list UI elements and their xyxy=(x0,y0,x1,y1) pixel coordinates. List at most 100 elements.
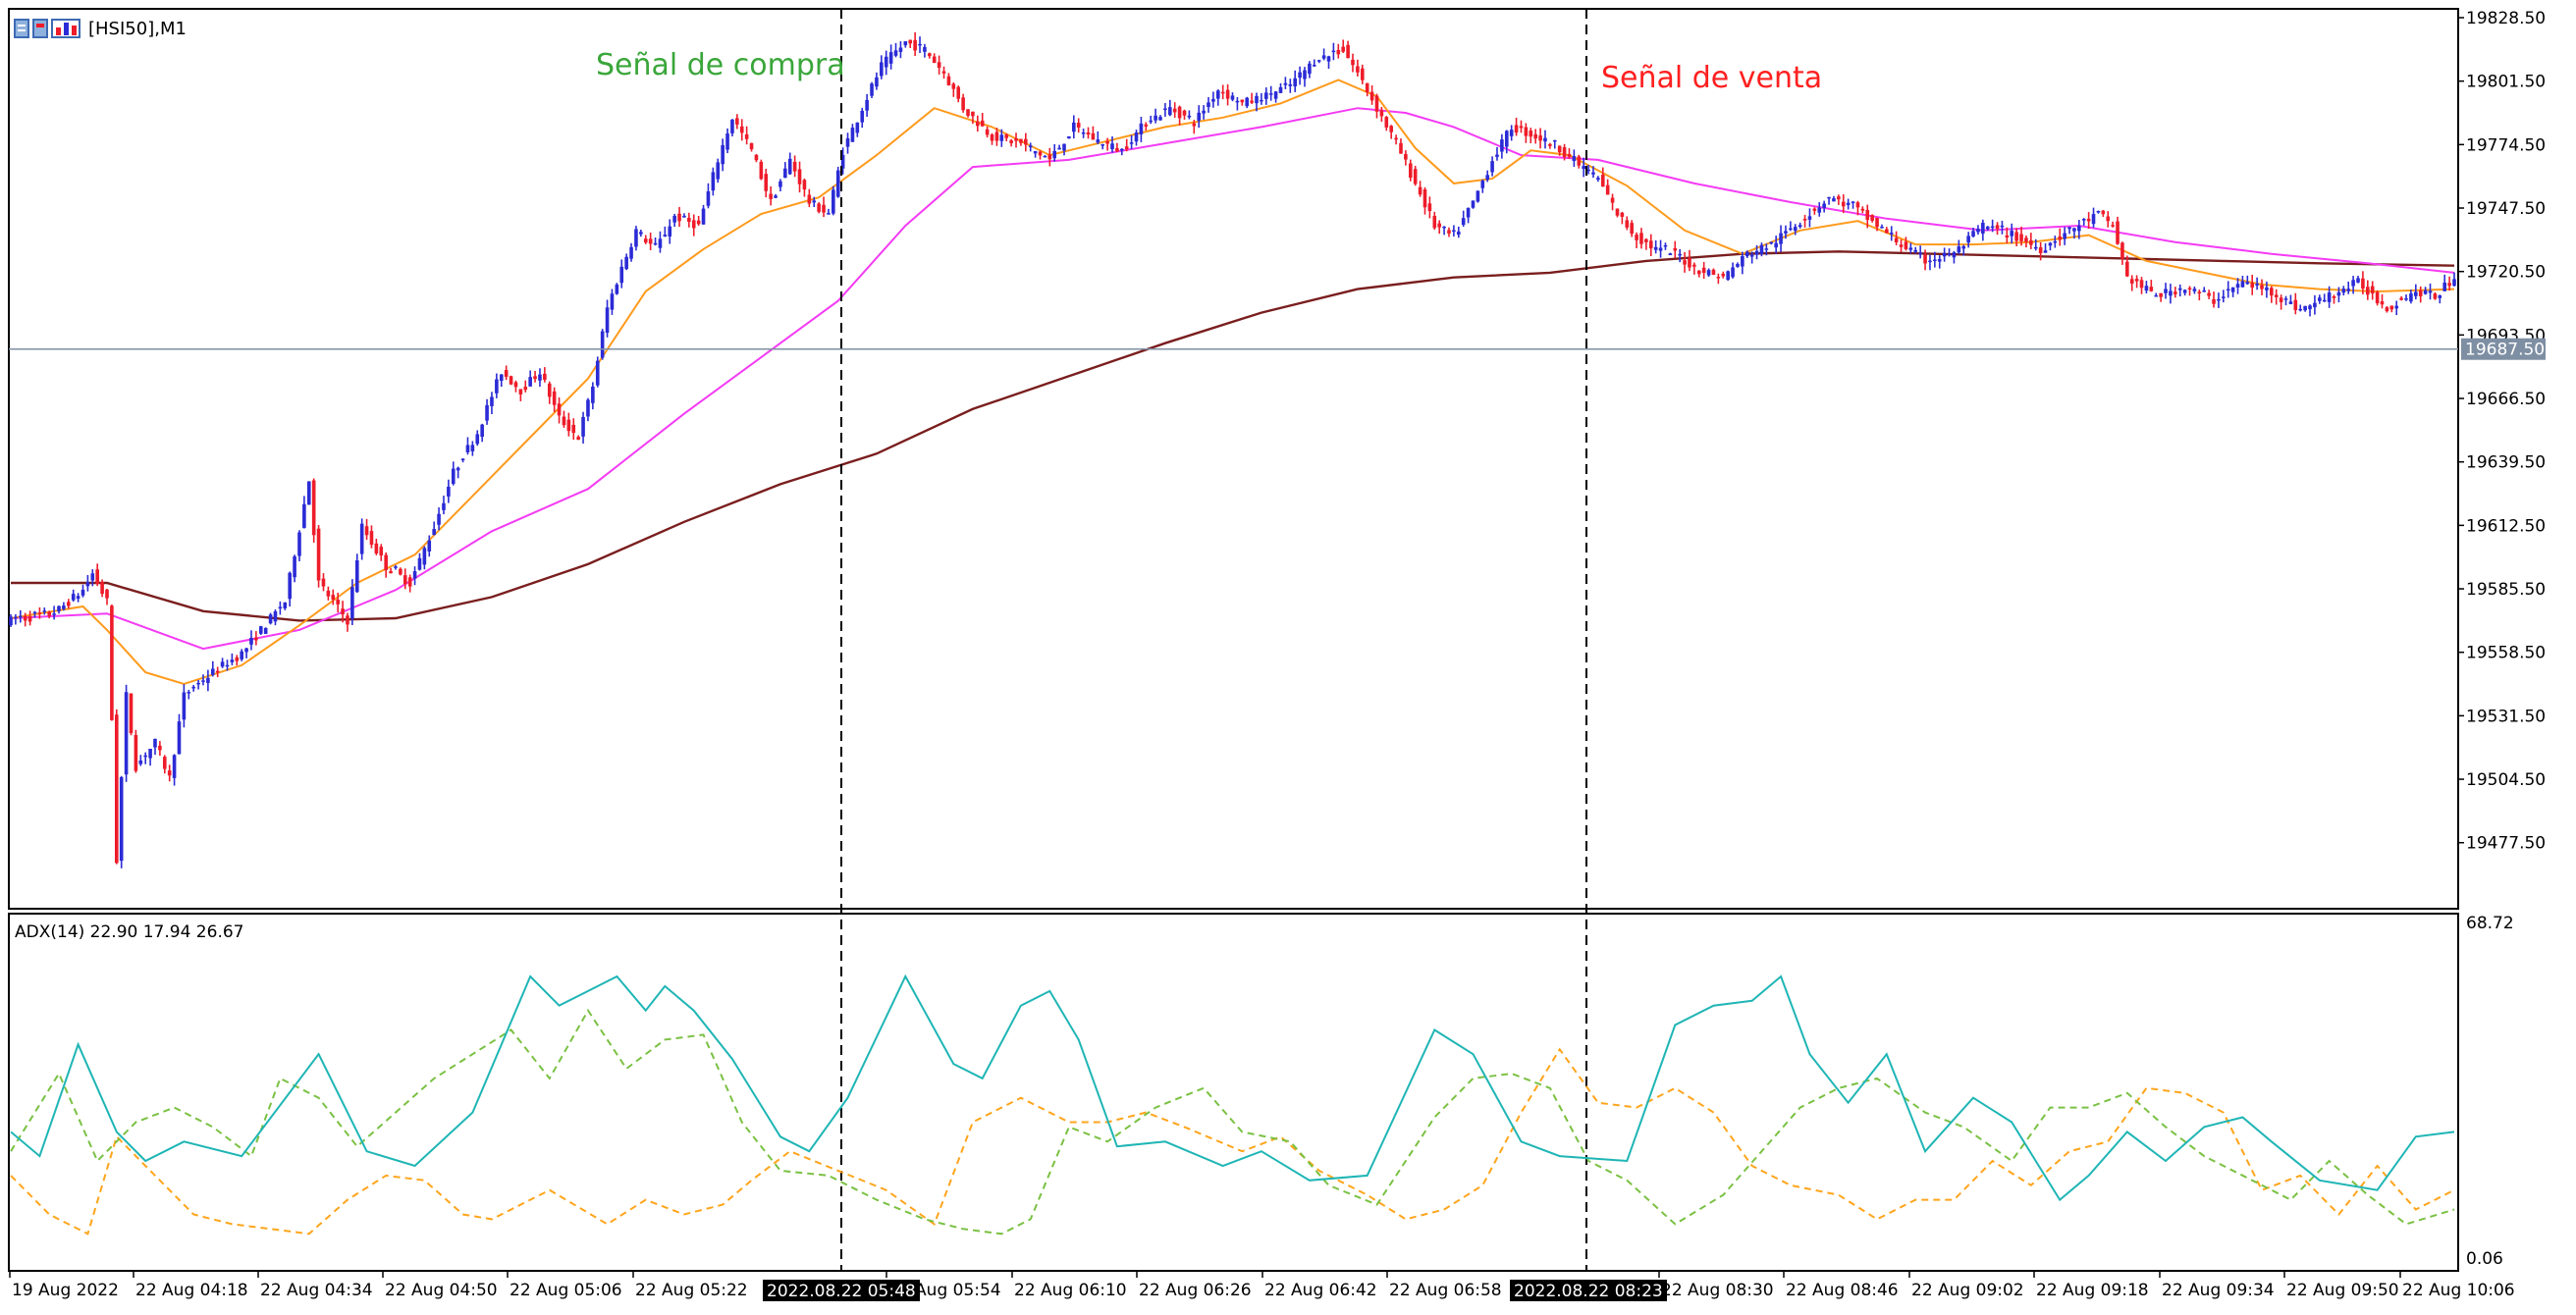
candle-body xyxy=(1288,83,1293,86)
candle-body xyxy=(735,118,739,125)
candle-body xyxy=(2336,291,2341,296)
candle-body xyxy=(1851,201,1855,203)
candle-body xyxy=(961,97,965,111)
candle-body xyxy=(249,637,253,645)
candle-body xyxy=(263,627,268,634)
price-tick-label: 19747.50 xyxy=(2466,199,2546,219)
candle-body xyxy=(71,594,76,601)
candle-body xyxy=(2038,247,2043,254)
candle-body xyxy=(730,119,734,133)
candle-body xyxy=(57,605,61,611)
candle-body xyxy=(653,242,658,245)
candle-body xyxy=(2322,299,2327,302)
candle-body xyxy=(946,76,951,85)
candle-body xyxy=(14,616,18,619)
candle-body xyxy=(1374,95,1379,112)
candle-body xyxy=(1115,148,1119,152)
candle-body xyxy=(278,606,283,609)
candle-body xyxy=(850,128,855,142)
candle-body xyxy=(1067,135,1071,139)
candle-body xyxy=(1600,174,1605,187)
candle-body xyxy=(523,387,528,391)
candle-body xyxy=(9,616,13,626)
candle-body xyxy=(576,437,580,441)
candle-body xyxy=(2332,295,2336,298)
candle-body xyxy=(162,757,167,769)
candle-body xyxy=(384,554,388,570)
candle-body xyxy=(2129,279,2134,284)
chart-list-icon[interactable] xyxy=(14,19,29,38)
candle-body xyxy=(1591,172,1595,175)
candle-body xyxy=(447,486,451,497)
candle-body xyxy=(1519,126,1524,129)
candle-body xyxy=(2260,285,2264,289)
candle-body xyxy=(2197,291,2202,294)
candle-body xyxy=(1779,233,1783,244)
price-tick-label: 19477.50 xyxy=(2466,834,2546,854)
candle-body xyxy=(648,238,653,244)
time-tick-label: 22 Aug 05:06 xyxy=(510,1281,622,1300)
time-tick-label: 22 Aug 06:10 xyxy=(1014,1281,1127,1300)
candle-body xyxy=(2399,297,2403,300)
candle-body xyxy=(1957,246,1961,253)
candle-body xyxy=(2000,225,2005,228)
price-tick-label: 19801.50 xyxy=(2466,73,2546,92)
time-tick-label: 22 Aug 10:06 xyxy=(2402,1281,2515,1300)
trading-chart[interactable]: [HSI50],M1 19828.50 19801.50 19774.50 19747… xyxy=(0,0,2576,1315)
candle-body xyxy=(1567,154,1572,157)
candle-body xyxy=(52,613,56,615)
candle-body xyxy=(2053,240,2058,243)
candle-body xyxy=(835,170,840,197)
candle-body xyxy=(1995,225,2000,230)
candle-body xyxy=(2240,281,2245,288)
candle-body xyxy=(913,39,917,51)
candle-body xyxy=(1846,202,1851,205)
candle-body xyxy=(1952,252,1957,258)
candle-body xyxy=(2067,227,2071,230)
candle-body xyxy=(1904,241,1908,249)
candle-body xyxy=(191,686,195,689)
candle-body xyxy=(2288,301,2293,304)
time-tick-label: 22 Aug 06:26 xyxy=(1139,1281,1252,1300)
candle-body xyxy=(956,86,961,99)
candle-body xyxy=(2207,292,2211,296)
candle-body xyxy=(1202,110,1206,114)
candle-body xyxy=(2096,210,2101,213)
candle-body xyxy=(402,575,407,585)
candle-body xyxy=(1577,156,1582,166)
candle-body xyxy=(42,610,47,612)
candle-body xyxy=(2409,293,2413,302)
candle-body xyxy=(2433,293,2438,299)
candle-body xyxy=(316,528,321,581)
candle-body xyxy=(1216,90,1220,99)
candle-body xyxy=(114,714,119,864)
candle-body xyxy=(153,738,157,748)
candle-body xyxy=(792,161,797,172)
candle-body xyxy=(1817,207,1822,213)
candle-body xyxy=(1230,95,1235,100)
candle-body xyxy=(1033,150,1038,154)
candle-body xyxy=(884,56,888,68)
time-tick-label: 19 Aug 2022 xyxy=(12,1281,119,1300)
candle-body xyxy=(739,126,744,133)
candle-body xyxy=(1437,223,1441,228)
candle-body xyxy=(143,755,147,758)
candle-body xyxy=(1744,251,1749,257)
candle-body xyxy=(1764,248,1769,250)
candle-body xyxy=(95,569,99,585)
candle-body xyxy=(2033,246,2038,249)
candle-body xyxy=(1605,184,1610,195)
candle-body xyxy=(1543,137,1547,142)
candle-body xyxy=(1759,244,1764,254)
candle-body xyxy=(1789,228,1793,231)
candle-body xyxy=(513,382,518,388)
chart-window-icon[interactable] xyxy=(32,19,48,38)
candle-body xyxy=(1312,65,1316,67)
chart-bars-icon[interactable] xyxy=(51,19,80,38)
candle-body xyxy=(822,204,826,213)
time-highlight-label: 2022.08.22 08:23 xyxy=(1514,1282,1663,1301)
candle-body xyxy=(2111,225,2115,227)
candle-body xyxy=(1283,82,1288,85)
candle-body xyxy=(624,256,628,270)
candle-body xyxy=(1182,110,1187,116)
